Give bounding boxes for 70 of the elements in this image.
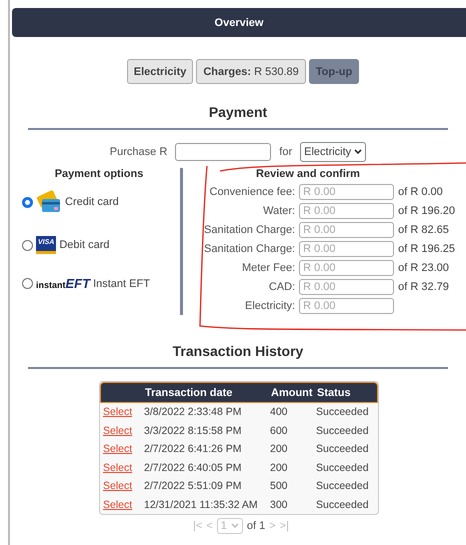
caret-icon <box>230 523 239 529</box>
table-cell-text: 200 <box>270 443 289 456</box>
table-cell-text: 300 <box>270 498 289 511</box>
caret-icon <box>354 149 362 155</box>
table-cell-text: 2/7/2022 6:40:05 PM <box>144 462 242 474</box>
section-heading: Payment <box>208 104 268 120</box>
select-link[interactable]: Select <box>100 480 144 492</box>
options-heading: Payment options <box>54 168 144 180</box>
credit-cards-icon <box>36 190 62 214</box>
table-cell-text: 500 <box>270 480 289 492</box>
fee-label: Convenience fee: <box>208 186 296 198</box>
table-cell-text: Succeeded <box>316 406 370 418</box>
select-link[interactable]: Select <box>100 498 144 511</box>
fee-field[interactable]: R 0.00 <box>299 279 394 295</box>
service-dropdown[interactable]: Electricity <box>300 142 366 162</box>
purchase-label: Purchase R <box>110 146 168 158</box>
toolbar-button[interactable]: Top-up <box>308 59 360 84</box>
table-cell-text: Succeeded <box>316 462 370 474</box>
table-cell-text: 2/7/2022 5:51:09 PM <box>144 480 242 492</box>
option-label: Credit card <box>65 196 119 208</box>
column-header: Status <box>317 386 352 398</box>
table-cell-text: Succeeded <box>316 424 370 437</box>
for-label: for <box>279 146 292 158</box>
select-link[interactable]: Select <box>100 443 144 456</box>
page-count: of 1 <box>246 520 266 532</box>
option-label: Debit card <box>59 239 110 251</box>
radio-button[interactable] <box>22 196 33 208</box>
fee-label: Sanitation Charge: <box>203 224 296 236</box>
fee-field[interactable]: R 0.00 <box>299 222 394 238</box>
table-cell-text: 400 <box>270 406 289 418</box>
fee-field[interactable]: R 0.00 <box>299 298 394 314</box>
fee-field[interactable]: R 0.00 <box>299 184 394 200</box>
review-heading: Review and confirm <box>255 168 361 180</box>
section-heading: Transaction History <box>172 343 304 359</box>
fee-label: CAD: <box>268 281 296 293</box>
fee-total: of R 196.25 <box>398 243 456 255</box>
fee-total: of R 196.20 <box>398 205 456 217</box>
eft-logo: instantEFT <box>36 276 90 291</box>
fee-label: Meter Fee: <box>240 262 296 274</box>
table-cell-text: 12/31/2021 11:35:32 AM <box>144 498 259 511</box>
fee-total: of R 23.00 <box>398 262 450 274</box>
table-cell-text: 3/8/2022 2:33:48 PM <box>144 406 242 418</box>
table-cell-text: 3/3/2022 8:15:58 PM <box>144 424 242 437</box>
table-cell-text: Succeeded <box>316 498 370 511</box>
toolbar-button[interactable]: Electricity <box>126 59 194 84</box>
table-cell-text: 200 <box>270 462 289 474</box>
radio-button[interactable] <box>22 278 33 289</box>
table-cell-text: 2/7/2022 6:41:26 PM <box>144 443 242 456</box>
select-link[interactable]: Select <box>100 424 144 437</box>
fee-label: Electricity: <box>244 300 296 312</box>
fee-field[interactable]: R 0.00 <box>299 203 394 219</box>
radio-button[interactable] <box>22 240 33 250</box>
fee-field[interactable]: R 0.00 <box>299 260 394 276</box>
select-link[interactable]: Select <box>100 406 144 418</box>
fee-label: Sanitation Charge: <box>203 243 296 255</box>
select-link[interactable]: Select <box>100 462 144 474</box>
amount-field[interactable] <box>175 143 272 161</box>
fee-total: of R 0.00 <box>398 186 444 198</box>
fee-total: of R 32.79 <box>398 281 450 293</box>
table-cell-text: 600 <box>270 424 289 437</box>
fee-field[interactable]: R 0.00 <box>299 241 394 257</box>
table-cell-text: Succeeded <box>316 480 370 492</box>
column-header: Transaction date <box>145 386 234 398</box>
toolbar-button[interactable]: Charges: R 530.89 <box>196 59 306 84</box>
fee-total: of R 82.65 <box>398 224 450 236</box>
column-header: Amount <box>271 386 314 398</box>
option-label: Instant EFT <box>93 278 150 290</box>
page-title-bar: Overview <box>12 8 466 37</box>
table-cell-text: Succeeded <box>316 443 370 456</box>
fee-label: Water: <box>262 205 296 217</box>
